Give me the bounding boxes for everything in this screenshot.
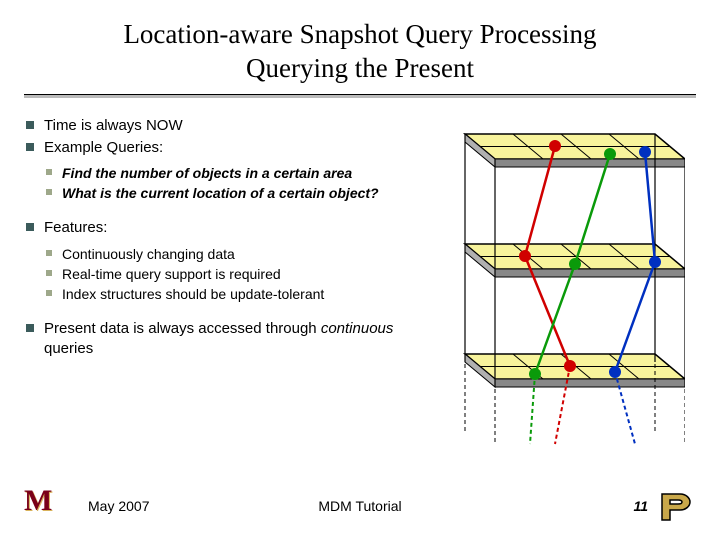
sub-bullet-item: Real-time query support is required [44,265,419,283]
bullet-text: Features: [44,219,107,236]
bullet-text-pre: Present data is always accessed through [44,320,321,337]
title-line-2: Querying the Present [24,52,696,86]
slide: Location-aware Snapshot Query Processing… [0,0,720,540]
spatiotemporal-diagram [435,124,685,444]
sub-list: Find the number of objects in a certain … [44,164,419,202]
title-line-1: Location-aware Snapshot Query Processing [24,18,696,52]
figure-column [427,116,696,362]
sub-bullet-item: Continuously changing data [44,245,419,263]
sub-bullet-item: What is the current location of a certai… [44,184,419,202]
logo-purdue [656,486,696,526]
bullet-item: Example Queries: Find the number of obje… [24,138,419,203]
title-block: Location-aware Snapshot Query Processing… [24,18,696,86]
horizontal-rule [24,94,696,98]
footer-date: May 2007 [88,498,149,514]
sub-bullet-item: Index structures should be update-tolera… [44,285,419,303]
sub-bullet-item: Find the number of objects in a certain … [44,164,419,182]
bullet-item: Present data is always accessed through … [24,319,419,360]
page-number: 11 [633,498,648,514]
text-column: Time is always NOW Example Queries: Find… [24,116,419,362]
diagram-svg [435,124,685,454]
bullet-text-post: queries [44,340,93,357]
bullet-list: Time is always NOW Example Queries: Find… [24,116,419,360]
sub-list: Continuously changing data Real-time que… [44,245,419,304]
logo-m-glyph: M [24,486,72,516]
logo-minnesota: M [24,486,72,526]
bullet-item: Features: Continuously changing data Rea… [24,218,419,303]
bullet-text-em: continuous [321,320,394,337]
bullet-text: Example Queries: [44,139,163,156]
content-area: Time is always NOW Example Queries: Find… [24,116,696,362]
purdue-icon [656,486,696,526]
bullet-text: Time is always NOW [44,117,183,134]
footer-center: MDM Tutorial [318,498,401,514]
footer: M May 2007 MDM Tutorial 11 [0,486,720,526]
bullet-item: Time is always NOW [24,116,419,136]
